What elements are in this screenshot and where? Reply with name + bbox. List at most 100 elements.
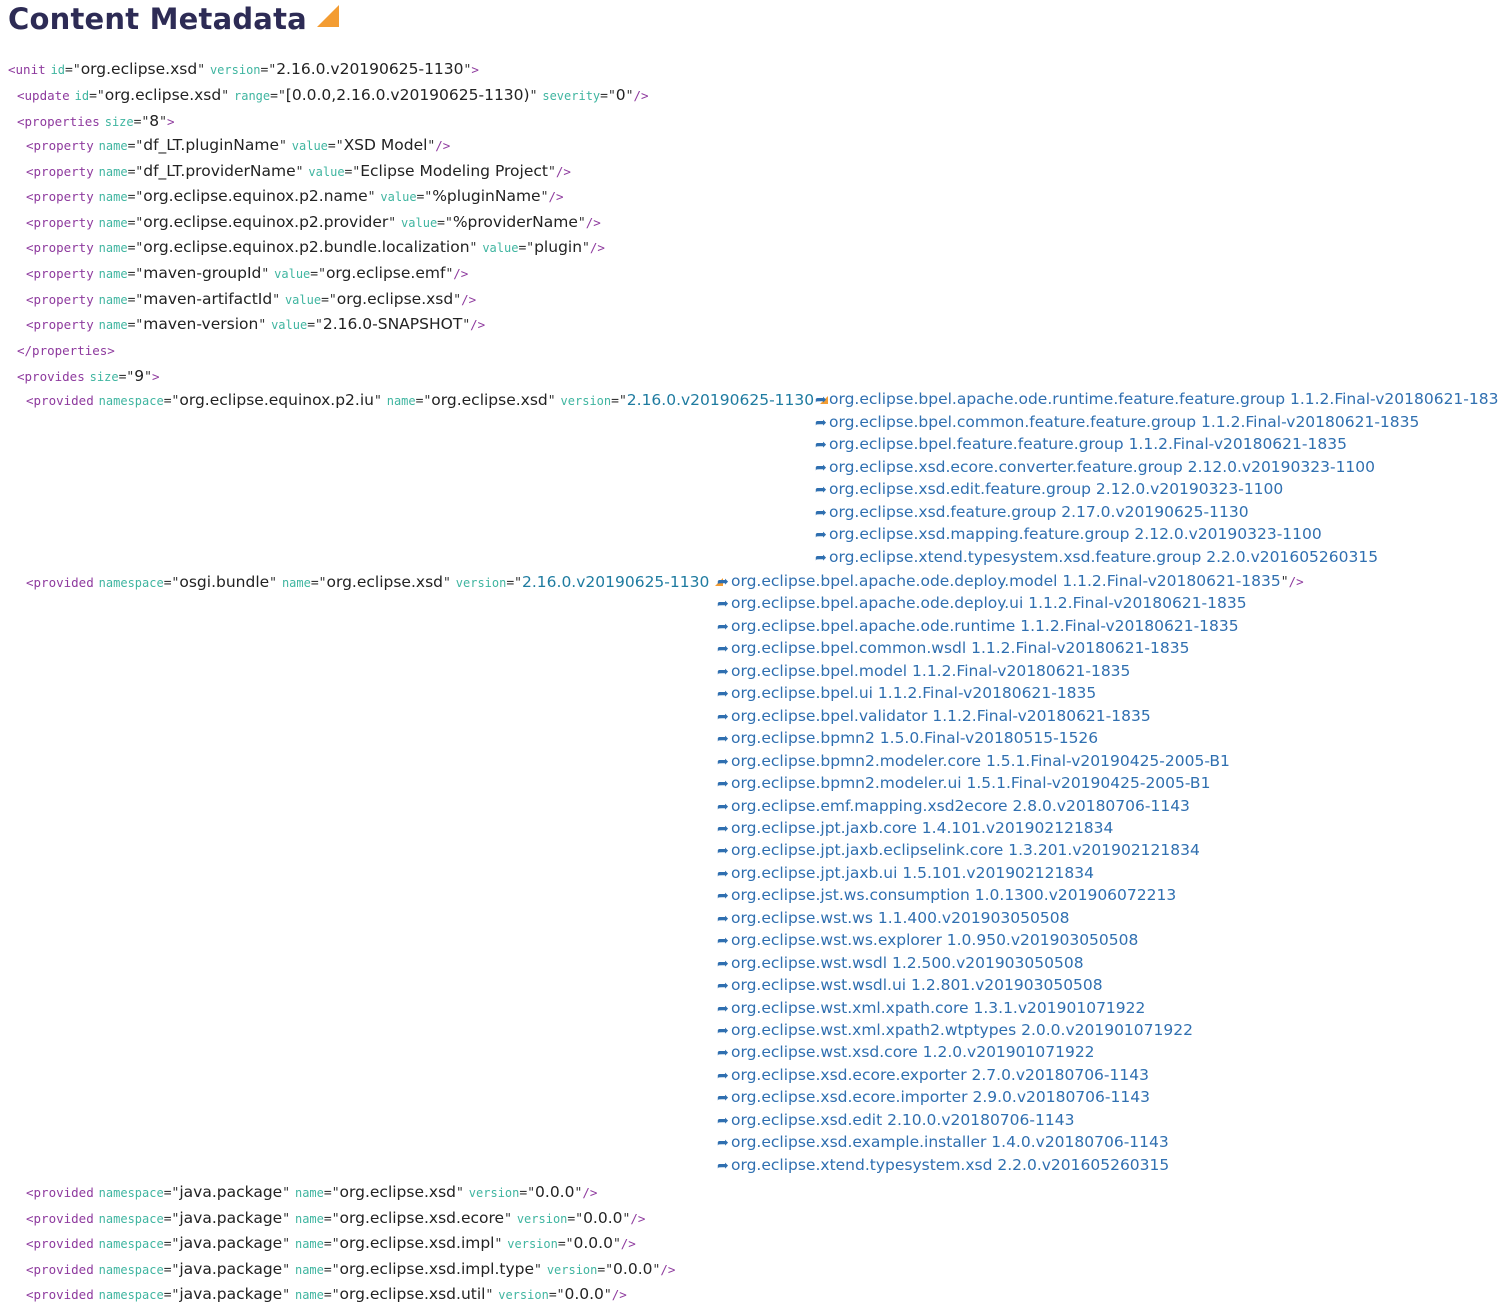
reference-label[interactable]: org.eclipse.xsd.ecore.exporter 2.7.0.v20… (731, 1066, 1149, 1084)
reference-link[interactable]: ➦ org.eclipse.bpmn2.modeler.core 1.5.1.Fi… (717, 750, 1230, 772)
reference-label[interactable]: org.eclipse.wst.ws 1.1.400.v201903050508 (731, 909, 1069, 927)
property-value: XSD Model (343, 136, 428, 154)
reference-arrow-icon: ➦ (717, 641, 729, 658)
reference-label[interactable]: org.eclipse.emf.mapping.xsd2ecore 2.8.0.… (731, 797, 1190, 815)
reference-label[interactable]: org.eclipse.bpel.ui 1.1.2.Final-v2018062… (731, 684, 1096, 702)
reference-link[interactable]: ➦ org.eclipse.xsd.ecore.exporter 2.7.0.v2… (717, 1064, 1149, 1086)
reference-link[interactable]: ➦ org.eclipse.bpel.apache.ode.deploy.mode… (717, 570, 1304, 592)
reference-label[interactable]: org.eclipse.xsd.example.installer 1.4.0.… (731, 1133, 1169, 1151)
reference-arrow-icon: ➦ (717, 731, 729, 748)
reference-link[interactable]: ➦ org.eclipse.xtend.typesystem.xsd 2.2.0.… (717, 1154, 1169, 1176)
reference-label[interactable]: org.eclipse.bpel.apache.ode.runtime.feat… (829, 390, 1498, 408)
reference-arrow-icon: ➦ (717, 888, 729, 905)
reference-arrow-icon: ➦ (717, 753, 729, 770)
reference-link[interactable]: ➦ org.eclipse.bpel.common.wsdl 1.1.2.Fina… (717, 637, 1189, 659)
reference-link[interactable]: ➦ org.eclipse.bpel.apache.ode.runtime 1.1… (717, 615, 1239, 637)
reference-link[interactable]: ➦ org.eclipse.wst.ws.explorer 1.0.950.v20… (717, 929, 1138, 951)
property-name: org.eclipse.equinox.p2.bundle.localizati… (143, 238, 470, 257)
reference-label[interactable]: org.eclipse.xsd.feature.group 2.17.0.v20… (829, 503, 1249, 521)
reference-link[interactable]: ➦ org.eclipse.xsd.mapping.feature.group 2… (815, 523, 1322, 545)
reference-label[interactable]: org.eclipse.wst.xml.xpath.core 1.3.1.v20… (731, 999, 1145, 1017)
property-name: org.eclipse.equinox.p2.provider (143, 212, 389, 231)
reference-label[interactable]: org.eclipse.xsd.edit.feature.group 2.12.… (829, 480, 1283, 498)
provided-version: 0.0.0 (613, 1259, 653, 1278)
reference-arrow-icon: ➦ (815, 392, 827, 408)
reference-label[interactable]: org.eclipse.bpel.apache.ode.runtime 1.1.… (731, 617, 1239, 635)
reference-label[interactable]: org.eclipse.bpel.apache.ode.deploy.ui 1.… (731, 594, 1247, 612)
reference-label[interactable]: org.eclipse.bpmn2 1.5.0.Final-v20180515-… (731, 729, 1098, 747)
reference-label[interactable]: org.eclipse.bpel.feature.feature.group 1… (829, 435, 1347, 453)
reference-label[interactable]: org.eclipse.wst.xml.xpath2.wtptypes 2.0.… (731, 1021, 1193, 1039)
reference-link[interactable]: ➦ org.eclipse.jpt.jaxb.eclipselink.core 1… (717, 839, 1200, 861)
property-line: <property name="org.eclipse.equinox.p2.p… (26, 212, 601, 231)
reference-label[interactable]: org.eclipse.bpel.model 1.1.2.Final-v2018… (731, 662, 1130, 680)
property-value: plugin (534, 238, 583, 257)
reference-label[interactable]: org.eclipse.bpel.apache.ode.deploy.model… (731, 572, 1281, 590)
reference-label[interactable]: org.eclipse.xtend.typesystem.xsd 2.2.0.v… (731, 1156, 1169, 1174)
reference-label[interactable]: org.eclipse.xsd.ecore.importer 2.9.0.v20… (731, 1088, 1150, 1106)
reference-label[interactable]: org.eclipse.xtend.typesystem.xsd.feature… (829, 548, 1378, 566)
reference-arrow-icon: ➦ (717, 1045, 729, 1062)
reference-arrow-icon: ➦ (815, 549, 827, 566)
reference-link[interactable]: ➦ org.eclipse.bpmn2.modeler.ui 1.5.1.Fina… (717, 772, 1210, 794)
reference-label[interactable]: org.eclipse.wst.ws.explorer 1.0.950.v201… (731, 931, 1138, 949)
reference-label[interactable]: org.eclipse.jst.ws.consumption 1.0.1300.… (731, 886, 1176, 904)
properties-open-line: <properties size="8"> (17, 112, 175, 130)
property-value: %pluginName (432, 187, 541, 206)
reference-label[interactable]: org.eclipse.xsd.mapping.feature.group 2.… (829, 525, 1322, 543)
reference-link[interactable]: ➦ org.eclipse.xsd.example.installer 1.4.0… (717, 1131, 1169, 1153)
reference-link[interactable]: ➦ org.eclipse.wst.ws 1.1.400.v20190305050… (717, 907, 1069, 929)
reference-link[interactable]: ➦ org.eclipse.jst.ws.consumption 1.0.1300… (717, 884, 1176, 906)
reference-link[interactable]: ➦ org.eclipse.jpt.jaxb.ui 1.5.101.v201902… (717, 862, 1094, 884)
reference-label[interactable]: org.eclipse.wst.wsdl 1.2.500.v2019030505… (731, 954, 1084, 972)
reference-label[interactable]: org.eclipse.bpel.common.wsdl 1.1.2.Final… (731, 639, 1189, 657)
reference-link[interactable]: ➦ org.eclipse.bpmn2 1.5.0.Final-v20180515… (717, 727, 1098, 749)
reference-arrow-icon: ➦ (717, 865, 729, 882)
reference-arrow-icon: ➦ (815, 437, 827, 453)
reference-link[interactable]: ➦ org.eclipse.bpel.model 1.1.2.Final-v201… (717, 660, 1130, 682)
reference-link[interactable]: ➦ org.eclipse.xsd.edit 2.10.0.v20180706-1… (717, 1109, 1074, 1131)
orange-triangle-icon[interactable] (316, 5, 339, 27)
reference-label[interactable]: org.eclipse.bpel.validator 1.1.2.Final-v… (731, 707, 1151, 725)
reference-link[interactable]: ➦ org.eclipse.emf.mapping.xsd2ecore 2.8.0… (717, 795, 1190, 817)
reference-link[interactable]: ➦ org.eclipse.xsd.feature.group 2.17.0.v2… (815, 501, 1249, 523)
reference-link[interactable]: ➦ org.eclipse.wst.wsdl 1.2.500.v201903050… (717, 952, 1084, 974)
provided-name: org.eclipse.xsd (326, 573, 444, 591)
reference-link[interactable]: ➦ org.eclipse.wst.xml.xpath.core 1.3.1.v2… (717, 997, 1145, 1019)
reference-link[interactable]: ➦ org.eclipse.wst.xml.xpath2.wtptypes 2.0… (717, 1019, 1193, 1041)
reference-arrow-icon: ➦ (717, 663, 729, 680)
reference-link[interactable]: ➦ org.eclipse.bpel.apache.ode.runtime.fea… (815, 388, 1498, 410)
reference-link[interactable]: ➦ org.eclipse.bpel.ui 1.1.2.Final-v201806… (717, 682, 1096, 704)
update-id: org.eclipse.xsd (104, 86, 222, 104)
reference-label[interactable]: org.eclipse.jpt.jaxb.eclipselink.core 1.… (731, 841, 1200, 859)
reference-label[interactable]: org.eclipse.xsd.ecore.converter.feature.… (829, 458, 1375, 476)
reference-link[interactable]: ➦ org.eclipse.bpel.common.feature.feature… (815, 411, 1419, 433)
reference-label[interactable]: org.eclipse.jpt.jaxb.core 1.4.101.v20190… (731, 819, 1113, 837)
reference-link[interactable]: ➦ org.eclipse.bpel.validator 1.1.2.Final-… (717, 705, 1151, 727)
reference-label[interactable]: org.eclipse.bpel.common.feature.feature.… (829, 413, 1419, 431)
reference-link[interactable]: ➦ org.eclipse.xsd.ecore.importer 2.9.0.v2… (717, 1086, 1150, 1108)
reference-label[interactable]: org.eclipse.jpt.jaxb.ui 1.5.101.v2019021… (731, 864, 1094, 882)
reference-link[interactable]: ➦ org.eclipse.wst.xsd.core 1.2.0.v2019010… (717, 1041, 1095, 1063)
property-name: maven-artifactId (143, 289, 273, 308)
reference-link[interactable]: ➦ org.eclipse.jpt.jaxb.core 1.4.101.v2019… (717, 817, 1113, 839)
reference-arrow-icon: ➦ (815, 459, 827, 476)
property-value: org.eclipse.emf (325, 264, 446, 282)
reference-link[interactable]: ➦ org.eclipse.xtend.typesystem.xsd.featur… (815, 546, 1378, 568)
reference-label[interactable]: org.eclipse.xsd.edit 2.10.0.v20180706-11… (731, 1111, 1074, 1129)
reference-label[interactable]: org.eclipse.wst.xsd.core 1.2.0.v20190107… (731, 1043, 1095, 1061)
reference-arrow-icon: ➦ (815, 414, 827, 431)
reference-label[interactable]: org.eclipse.bpmn2.modeler.core 1.5.1.Fin… (731, 752, 1230, 770)
property-line: <property name="maven-groupId" value="or… (26, 264, 469, 282)
property-line: <property name="maven-artifactId" value=… (26, 289, 477, 308)
reference-label[interactable]: org.eclipse.wst.wsdl.ui 1.2.801.v2019030… (731, 976, 1103, 994)
reference-link[interactable]: ➦ org.eclipse.wst.wsdl.ui 1.2.801.v201903… (717, 974, 1103, 996)
reference-link[interactable]: ➦ org.eclipse.bpel.apache.ode.deploy.ui 1… (717, 592, 1247, 614)
reference-link[interactable]: ➦ org.eclipse.xsd.ecore.converter.feature… (815, 456, 1375, 478)
reference-arrow-icon: ➦ (717, 1090, 729, 1107)
reference-arrow-icon: ➦ (717, 776, 729, 793)
reference-link[interactable]: ➦ org.eclipse.xsd.edit.feature.group 2.12… (815, 478, 1283, 500)
provided-namespace: java.package (179, 1183, 283, 1201)
reference-link[interactable]: ➦ org.eclipse.bpel.feature.feature.group … (815, 433, 1347, 455)
reference-label[interactable]: org.eclipse.bpmn2.modeler.ui 1.5.1.Final… (731, 774, 1210, 792)
